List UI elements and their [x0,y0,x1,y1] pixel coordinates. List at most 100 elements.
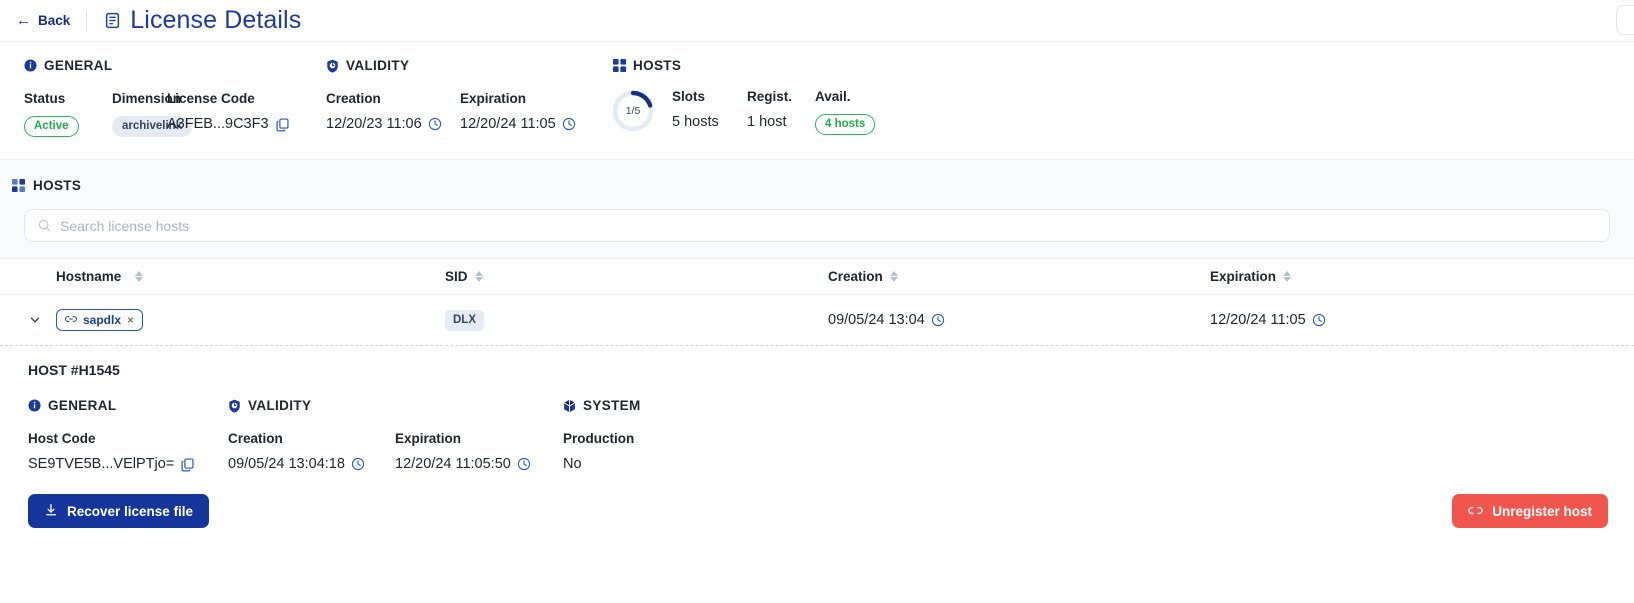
field-creation: Creation 12/20/23 11:06 [326,91,460,132]
info-circle-icon [28,399,41,412]
summary-validity: VALIDITY Creation 12/20/23 11:06 Expirat… [326,58,611,159]
host-system-heading: SYSTEM [563,398,641,413]
column-header-expiration[interactable]: Expiration [1210,269,1634,284]
search-input[interactable] [60,217,1596,234]
sort-icon[interactable] [889,271,898,282]
host-general-heading: GENERAL [28,398,228,413]
host-detail-general: GENERAL Host Code SE9TVE5B...VElPTjo= [28,398,228,472]
page-title-group: License Details [87,6,301,35]
field-expiration: Expiration 12/20/24 11:05 [460,91,576,132]
field-production: Production No [563,431,641,472]
production-value: No [563,456,582,472]
host-general-label: GENERAL [48,398,117,413]
column-header-creation[interactable]: Creation [828,269,1210,284]
unlink-icon [1468,504,1483,519]
sort-icon[interactable] [135,271,144,282]
field-registered: Regist. 1 host [747,89,815,135]
field-production-label: Production [563,431,635,446]
summary-hosts: HOSTS 1/5 Slots 5 hosts Regist. 1 host A… [611,58,876,159]
copy-icon[interactable] [275,117,290,132]
field-creation-label: Creation [326,91,381,106]
summary-validity-label: VALIDITY [346,58,410,73]
cube-icon [563,399,576,413]
document-icon [104,12,121,29]
host-detail-panel: HOST #H1545 GENERAL Host Code SE9TVE5B..… [0,345,1634,528]
grid-icon [12,179,25,192]
host-detail-columns: GENERAL Host Code SE9TVE5B...VElPTjo= VA… [28,398,1634,472]
column-header-hostname-label: Hostname [56,269,122,284]
page-title: License Details [130,6,302,34]
host-creation-value: 09/05/24 13:04:18 [228,456,345,472]
host-detail-validity: VALIDITY Creation 09/05/24 13:04:18 Expi… [228,398,563,472]
field-host-code: Host Code SE9TVE5B...VElPTjo= [28,431,228,472]
sort-icon[interactable] [1283,271,1292,282]
clock-icon [1312,313,1326,327]
back-button-label: Back [38,13,71,28]
clock-icon [562,117,576,131]
column-header-expiration-label: Expiration [1210,269,1277,284]
summary-general: GENERAL Status Active Dimension archivel… [24,58,326,159]
back-button[interactable]: ← Back [16,13,86,28]
cell-creation: 09/05/24 13:04 [828,312,1210,328]
link-icon [65,313,77,327]
field-status-label: Status [24,91,66,106]
clock-icon [428,117,442,131]
field-expiration-label: Expiration [460,91,527,106]
expiration-value: 12/20/24 11:05 [460,116,556,132]
field-host-expiration: Expiration 12/20/24 11:05:50 [395,431,531,472]
download-icon [44,503,58,520]
clock-icon [351,457,365,471]
chevron-down-icon[interactable] [28,313,42,327]
shield-clock-icon [228,399,241,413]
host-system-label: SYSTEM [583,398,641,413]
recover-license-file-button[interactable]: Recover license file [28,494,210,528]
info-circle-icon [24,59,37,72]
cell-sid: DLX [445,309,828,331]
field-available: Avail. 4 hosts [815,89,876,135]
summary-validity-heading: VALIDITY [326,58,611,73]
hosts-section: HOSTS Hostname SID [0,160,1634,528]
column-header-sid-label: SID [445,269,468,284]
column-header-hostname[interactable]: Hostname [0,269,445,284]
copy-icon[interactable] [180,457,195,472]
slots-value: 5 hosts [672,114,719,130]
unregister-host-label: Unregister host [1492,503,1592,519]
column-header-creation-label: Creation [828,269,883,284]
search-box[interactable] [24,209,1610,242]
field-host-creation: Creation 09/05/24 13:04:18 [228,431,395,472]
summary-general-fields: Status Active Dimension archivelink Lice… [24,91,326,137]
hostname-chip[interactable]: sapdlx × [56,309,144,331]
hosts-section-heading: HOSTS [0,160,1634,209]
column-header-sid[interactable]: SID [445,269,828,284]
grid-icon [613,59,626,72]
unregister-host-button[interactable]: Unregister host [1452,494,1608,528]
cell-hostname: sapdlx × [0,309,445,331]
hostname-chip-label: sapdlx [83,313,122,327]
recover-license-file-label: Recover license file [67,503,194,519]
sort-icon[interactable] [474,271,483,282]
host-detail-system: SYSTEM Production No [563,398,641,472]
field-slots: Slots 5 hosts [672,89,747,135]
top-bar: ← Back License Details [0,0,1634,41]
cell-expiration-value: 12/20/24 11:05 [1210,312,1306,328]
clock-icon [517,457,531,471]
hosts-table: Hostname SID Creation Expiration sapdlx … [0,258,1634,528]
table-row[interactable]: sapdlx × DLX 09/05/24 13:04 12/20/24 11:… [0,295,1634,345]
sid-badge: DLX [445,309,484,331]
close-icon[interactable]: × [127,313,134,327]
field-slots-label: Slots [672,89,706,104]
cell-expiration: 12/20/24 11:05 [1210,312,1634,328]
field-license-code-label: License Code [167,91,255,106]
creation-value: 12/20/23 11:06 [326,116,422,132]
field-host-code-label: Host Code [28,431,96,446]
summary-hosts-heading: HOSTS [613,58,875,73]
hosts-usage-donut: 1/5 [611,89,655,133]
summary-general-heading: GENERAL [24,58,326,73]
host-expiration-value: 12/20/24 11:05:50 [395,456,511,472]
license-details-page: ← Back License Details GENERAL Status Ac… [0,0,1634,603]
host-validity-fields: Creation 09/05/24 13:04:18 Expiration 12… [228,431,563,472]
field-available-label: Avail. [815,89,851,104]
host-validity-heading: VALIDITY [228,398,563,413]
summary-hosts-label: HOSTS [633,58,682,73]
edge-control[interactable] [1616,5,1634,35]
